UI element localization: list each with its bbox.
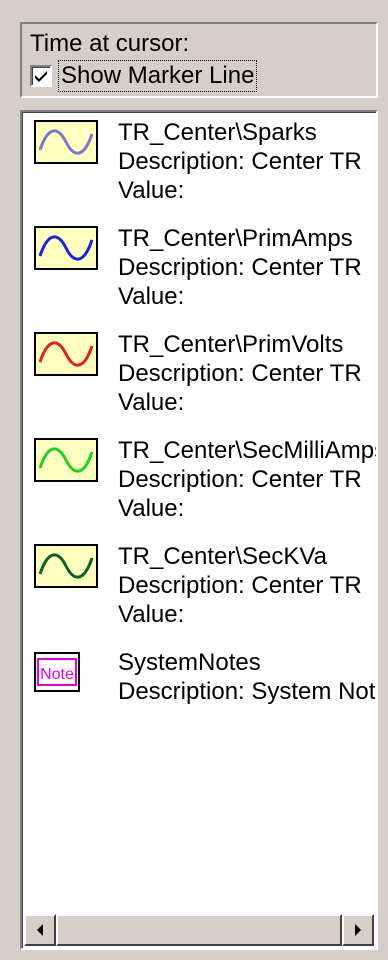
sine-wave-icon	[34, 226, 98, 270]
scroll-left-button[interactable]	[24, 914, 56, 946]
time-at-cursor-label: Time at cursor:	[30, 30, 190, 57]
trace-name: TR_Center\PrimVolts	[118, 331, 344, 358]
trace-value: Value:	[118, 177, 185, 204]
trace-name: TR_Center\PrimAmps	[118, 225, 353, 252]
scrollbar-thumb[interactable]	[56, 914, 342, 946]
trace-value: Value:	[118, 601, 185, 628]
checkmark-icon	[35, 71, 47, 82]
trace-value: Value:	[118, 283, 185, 310]
sine-wave-icon	[34, 120, 98, 164]
cursor-info-group: Time at cursor: Show Marker Line	[20, 22, 378, 98]
trace-description: Description: Center TR	[118, 254, 362, 281]
trace-legend-panel: Time at cursor: Show Marker Line TR_Cent…	[0, 0, 388, 960]
show-marker-line-option[interactable]: Show Marker Line	[30, 60, 258, 92]
trace-name: TR_Center\SecKVa	[118, 543, 327, 570]
horizontal-scrollbar[interactable]	[24, 914, 374, 946]
trace-name: TR_Center\SecMilliAmps	[118, 437, 378, 464]
show-marker-line-checkbox[interactable]	[30, 65, 52, 87]
trace-name: TR_Center\Sparks	[118, 119, 317, 146]
scroll-right-button[interactable]	[342, 914, 374, 946]
trace-list[interactable]: TR_Center\Sparks Description: Center TR Va…	[20, 110, 378, 950]
sine-wave-icon	[34, 438, 98, 482]
sine-wave-icon	[34, 332, 98, 376]
trace-value: Value:	[118, 495, 185, 522]
note-icon-label: Note	[40, 666, 74, 683]
note-icon: Note	[34, 650, 98, 694]
arrow-left-icon	[37, 924, 43, 936]
trace-description: Description: Center TR	[118, 148, 362, 175]
arrow-right-icon	[355, 924, 361, 936]
trace-name: SystemNotes	[118, 649, 261, 676]
trace-description: Description: Center TR	[118, 360, 362, 387]
trace-description: Description: Center TR	[118, 466, 362, 493]
trace-description: Description: Center TR	[118, 572, 362, 599]
show-marker-line-label[interactable]: Show Marker Line	[57, 60, 258, 92]
trace-description: Description: System Notebook	[118, 678, 376, 705]
sine-wave-icon	[34, 544, 98, 588]
trace-value: Value:	[118, 389, 185, 416]
